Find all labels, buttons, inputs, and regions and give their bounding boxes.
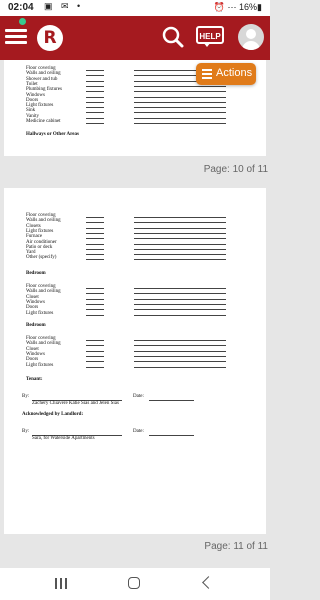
checklist-item-label: Floor covering [26, 336, 56, 341]
back-icon[interactable] [202, 576, 215, 589]
bedroom2-item-row: Light fixtures [26, 363, 53, 369]
section-heading-bedroom-2: Bedroom [26, 323, 46, 328]
checklist-item-label: Yard [26, 250, 36, 256]
bedroom1-item-row: Light fixtures [26, 311, 53, 317]
system-nav-bar [0, 568, 270, 600]
checklist-item-label: Doors [26, 97, 39, 103]
checklist-item-label: Light fixtures [26, 362, 54, 368]
comments-blank[interactable] [134, 254, 226, 261]
checklist-item-label: Light fixtures [26, 310, 54, 316]
signature-by-label: By: [22, 429, 30, 434]
section-heading-hallways: Hallways or Other Areas [26, 132, 79, 137]
actions-label: Actions [216, 67, 253, 79]
checklist-item-label: Floor covering [26, 66, 56, 71]
condition-blank[interactable] [86, 118, 104, 124]
checklist-item-label: Walls and ceiling [26, 341, 61, 347]
document-page-11: Floor covering Walls and ceiling Closets Li… [4, 188, 266, 534]
signature-by-label: By: [22, 394, 30, 399]
avatar[interactable] [238, 24, 264, 50]
condition-blank[interactable] [86, 310, 104, 316]
checklist-item-label: Closet [26, 346, 39, 352]
comments-blank[interactable] [134, 362, 226, 368]
recent-apps-icon[interactable] [55, 578, 67, 590]
checklist-item-label: Air conditioner [26, 239, 57, 245]
checklist-item-label: Windows [26, 299, 45, 305]
checklist-item-label: Other (specify) [26, 255, 57, 261]
date-label: Date: [133, 394, 144, 399]
help-button[interactable]: HELP [196, 26, 224, 47]
app-bar: R HELP [0, 16, 270, 60]
checklist-item-label: Floor covering [26, 284, 56, 289]
status-time: 02:04 [8, 2, 34, 13]
p11-item-row: Other (specify) [26, 255, 56, 261]
page-indicator-10: Page: 10 of 11 [203, 164, 268, 175]
home-icon[interactable] [128, 577, 140, 589]
landlord-heading: Acknowledged by Landlord: [22, 412, 84, 417]
comments-blank[interactable] [134, 310, 226, 316]
status-bar: 02:04 ▣ ✉ • ⏰ ⋯ 16%▮ [0, 0, 270, 16]
search-icon[interactable] [162, 26, 184, 48]
checklist-item-label: Patio or deck [26, 244, 53, 250]
date-label: Date: [133, 429, 144, 434]
checklist-item-label: Closet [26, 294, 39, 300]
checklist-item-label: Windows [26, 351, 45, 357]
tenant-date-line[interactable] [149, 396, 194, 401]
checklist-item-label: Plumbing fixtures [26, 87, 62, 93]
checklist-item-label: Furnace [26, 234, 43, 240]
landlord-name: Sara, for Waterside Apartments [32, 436, 95, 441]
page-indicator-11: Page: 11 of 11 [204, 541, 268, 552]
landlord-date-line[interactable] [149, 431, 194, 436]
checklist-item-label: Doors [26, 305, 39, 311]
checklist-item-label: Medicine cabinet [26, 119, 61, 124]
checklist-item-label: Walls and ceiling [26, 71, 61, 77]
tenant-heading: Tenant: [26, 377, 43, 382]
logo[interactable]: R [37, 25, 63, 51]
checklist-item-label: Closets [26, 223, 41, 229]
notification-dot-icon [19, 18, 26, 25]
checklist-item-label: Light fixtures [26, 228, 54, 234]
status-right-icons: ⏰ ⋯ 16%▮ [213, 2, 262, 12]
comments-blank[interactable] [134, 118, 226, 124]
menu-icon [202, 69, 212, 81]
condition-blank[interactable] [86, 254, 104, 261]
checklist-item-label: Windows [26, 92, 45, 98]
section-heading-bedroom-1: Bedroom [26, 271, 46, 276]
checklist-item-label: Toilet [26, 81, 38, 87]
menu-icon[interactable] [5, 26, 27, 48]
checklist-item-label: Walls and ceiling [26, 218, 61, 224]
actions-button[interactable]: Actions [196, 63, 256, 85]
tenant-names: Zachery Chiavere Katie Sias and Jelen Si… [32, 401, 119, 406]
checklist-item-label: Doors [26, 357, 39, 363]
checklist-item-label: Shower and tub [26, 76, 58, 82]
checklist-item-label: Walls and ceiling [26, 289, 61, 295]
checklist-item-label: Light fixtures [26, 103, 54, 109]
checklist-item-label: Vanity [26, 113, 40, 119]
condition-blank[interactable] [86, 362, 104, 368]
checklist-item-label: Sink [26, 108, 36, 114]
checklist-item-label: Floor covering [26, 213, 56, 218]
p10-item-row: Medicine cabinet [26, 119, 61, 125]
notification-icons: ▣ ✉ • [44, 1, 84, 11]
